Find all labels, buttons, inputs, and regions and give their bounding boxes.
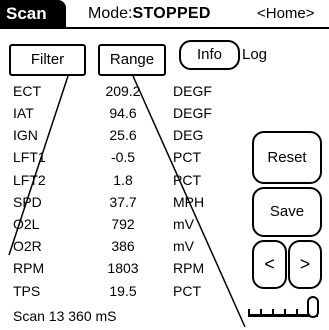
reading-value: 25.6 [109, 127, 137, 143]
reading-value: 19.5 [109, 283, 137, 299]
reading-label: RPM [13, 260, 45, 276]
table-row: LFT2 1.8 PCT [0, 171, 240, 189]
reading-label: LFT1 [13, 149, 46, 165]
reading-label: IAT [13, 105, 34, 121]
scan-status: Scan 13 360 mS [13, 308, 117, 324]
reading-unit: DEGF [173, 105, 212, 121]
mode-status: Mode:STOPPED [88, 4, 211, 24]
reading-unit: DEGF [173, 83, 212, 99]
info-button[interactable]: Info [179, 40, 240, 70]
reading-label: SPD [13, 194, 42, 210]
table-row: IGN 25.6 DEG [0, 126, 240, 144]
reading-label: IGN [13, 127, 38, 143]
next-page-button[interactable]: > [288, 240, 322, 289]
scan-screen: Scan Mode:STOPPED <Home> Filter Range In… [0, 0, 329, 330]
reading-unit: PCT [173, 283, 201, 299]
table-row: O2R 386 mV [0, 237, 240, 255]
reading-label: O2L [13, 216, 40, 232]
save-button[interactable]: Save [252, 187, 322, 237]
app-title: Scan [0, 0, 66, 28]
reading-unit: PCT [173, 149, 201, 165]
table-row: ECT 209.2 DEGF [0, 82, 240, 100]
reset-button[interactable]: Reset [252, 131, 322, 184]
reading-label: TPS [13, 283, 41, 299]
mode-value: STOPPED [132, 5, 211, 22]
table-row: TPS 19.5 PCT [0, 282, 240, 300]
filter-button[interactable]: Filter [9, 44, 86, 76]
table-row: RPM 1803 RPM [0, 259, 240, 277]
mode-prefix: Mode: [88, 5, 133, 22]
table-row: SPD 37.7 MPH [0, 193, 240, 211]
previous-page-button[interactable]: < [252, 240, 287, 289]
reading-unit: RPM [173, 260, 205, 276]
reading-value: 386 [111, 238, 135, 254]
reading-value: 792 [111, 216, 135, 232]
table-row: IAT 94.6 DEGF [0, 104, 240, 122]
reading-unit: PCT [173, 172, 201, 188]
table-row: O2L 792 mV [0, 215, 240, 233]
reading-value: 209.2 [105, 83, 141, 99]
slider-thumb[interactable] [306, 296, 319, 318]
reading-unit: DEG [173, 127, 204, 143]
reading-label: O2R [13, 238, 42, 254]
reading-unit: MPH [173, 194, 205, 210]
reading-unit: mV [173, 216, 194, 232]
range-button[interactable]: Range [98, 44, 166, 76]
reading-value: 37.7 [109, 194, 137, 210]
home-link[interactable]: <Home> [257, 4, 315, 24]
reading-value: 1803 [107, 260, 139, 276]
reading-value: 94.6 [109, 105, 137, 121]
reading-label: LFT2 [13, 172, 46, 188]
reading-value: -0.5 [110, 149, 136, 165]
reading-label: ECT [13, 83, 41, 99]
log-toggle[interactable]: Log [242, 44, 267, 66]
reading-value: 1.8 [113, 172, 133, 188]
table-row: LFT1 -0.5 PCT [0, 148, 240, 166]
reading-unit: mV [173, 238, 194, 254]
title-divider [0, 27, 329, 29]
